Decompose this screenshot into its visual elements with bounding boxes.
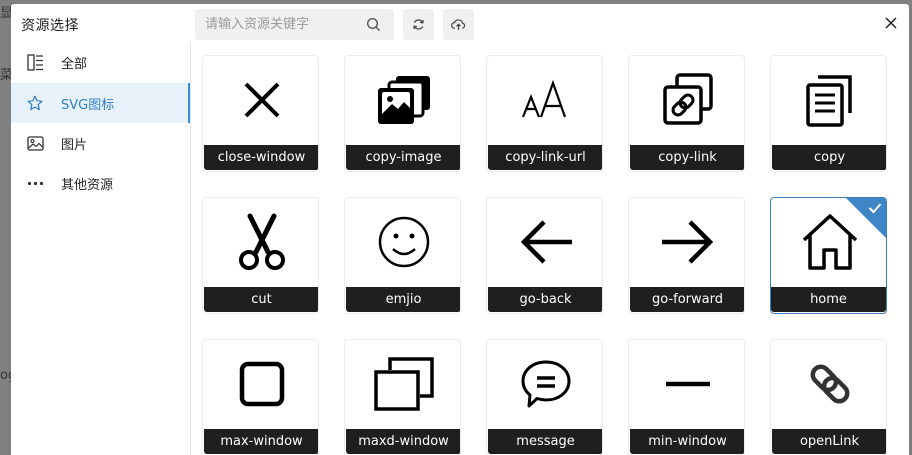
link-icon <box>810 364 849 404</box>
sidebar-item-label: SVG图标 <box>61 97 115 113</box>
message-icon <box>521 360 570 408</box>
refresh-icon <box>413 19 424 30</box>
copy-image-icon <box>377 76 430 124</box>
icon-card-emjio[interactable]: emjio <box>344 197 461 314</box>
icon-card-label: maxd-window <box>346 429 460 454</box>
icon-grid: close-window copy-image copy-link-url co… <box>202 55 909 455</box>
minimize-window-icon <box>665 381 710 387</box>
check-icon <box>868 203 882 214</box>
icon-card-home[interactable]: home <box>770 197 887 314</box>
icon-card-copy[interactable]: copy <box>770 55 887 172</box>
icon-card-openlink[interactable]: openLink <box>770 339 887 455</box>
copy-link-icon <box>662 73 713 125</box>
icon-card-close-window[interactable]: close-window <box>202 55 319 172</box>
close-window-icon <box>244 82 279 118</box>
restore-window-icon <box>373 357 434 411</box>
image-icon <box>26 134 44 152</box>
icon-card-copy-link[interactable]: copy-link <box>628 55 745 172</box>
copy-link-url-icon <box>521 79 566 118</box>
icon-card-label: go-back <box>488 287 602 312</box>
sidebar-item-svg-icons[interactable]: SVG图标 <box>11 83 190 123</box>
sidebar-item-other[interactable]: 其他资源 <box>11 163 190 203</box>
icon-card-label: max-window <box>204 429 318 454</box>
icon-card-max-window[interactable]: max-window <box>202 339 319 455</box>
arrow-left-icon <box>520 220 572 264</box>
icon-card-label: home <box>771 287 886 312</box>
max-window-icon <box>239 361 284 407</box>
sidebar-item-images[interactable]: 图片 <box>11 123 190 163</box>
cut-icon <box>238 213 285 270</box>
icon-card-label: copy <box>772 145 886 170</box>
resource-picker-dialog: 资源选择 请输入资源关键字 全部 SVG图标 图片 其他资源 close-win… <box>11 4 909 455</box>
icon-card-label: cut <box>204 287 318 312</box>
icon-card-copy-image[interactable]: copy-image <box>344 55 461 172</box>
icon-card-label: copy-image <box>346 145 460 170</box>
close-button[interactable] <box>881 13 901 33</box>
icon-card-label: copy-link-url <box>488 145 602 170</box>
cloud-upload-icon <box>451 19 466 31</box>
sidebar-item-label: 图片 <box>61 137 88 153</box>
icon-card-cut[interactable]: cut <box>202 197 319 314</box>
more-icon <box>26 174 44 192</box>
icon-card-label: min-window <box>630 429 744 454</box>
icon-card-label: go-forward <box>630 287 744 312</box>
icon-card-maxd-window[interactable]: maxd-window <box>344 339 461 455</box>
icon-card-label: copy-link <box>630 145 744 170</box>
icon-card-label: emjio <box>346 287 460 312</box>
upload-button[interactable] <box>443 9 474 40</box>
dialog-title: 资源选择 <box>21 18 79 34</box>
icon-card-label: close-window <box>204 145 318 170</box>
sidebar-item-label: 全部 <box>61 56 88 72</box>
sidebar-item-label: 其他资源 <box>61 177 114 193</box>
icon-card-go-back[interactable]: go-back <box>486 197 603 314</box>
icon-card-label: openLink <box>772 429 886 454</box>
copy-icon <box>805 75 852 127</box>
sidebar-item-all[interactable]: 全部 <box>11 42 190 82</box>
all-icon <box>26 53 44 71</box>
star-icon <box>26 94 44 112</box>
search-icon[interactable] <box>366 17 381 32</box>
emoji-icon <box>378 216 429 268</box>
icon-card-message[interactable]: message <box>486 339 603 455</box>
close-icon <box>885 17 897 29</box>
icon-card-copy-link-url[interactable]: copy-link-url <box>486 55 603 172</box>
sidebar: 全部 SVG图标 图片 其他资源 <box>11 42 191 455</box>
refresh-button[interactable] <box>403 9 434 40</box>
icon-card-min-window[interactable]: min-window <box>628 339 745 455</box>
search-box <box>195 9 394 40</box>
arrow-right-icon <box>661 220 713 264</box>
search-input[interactable] <box>205 15 355 33</box>
icon-card-label: message <box>488 429 602 454</box>
icon-card-go-forward[interactable]: go-forward <box>628 197 745 314</box>
